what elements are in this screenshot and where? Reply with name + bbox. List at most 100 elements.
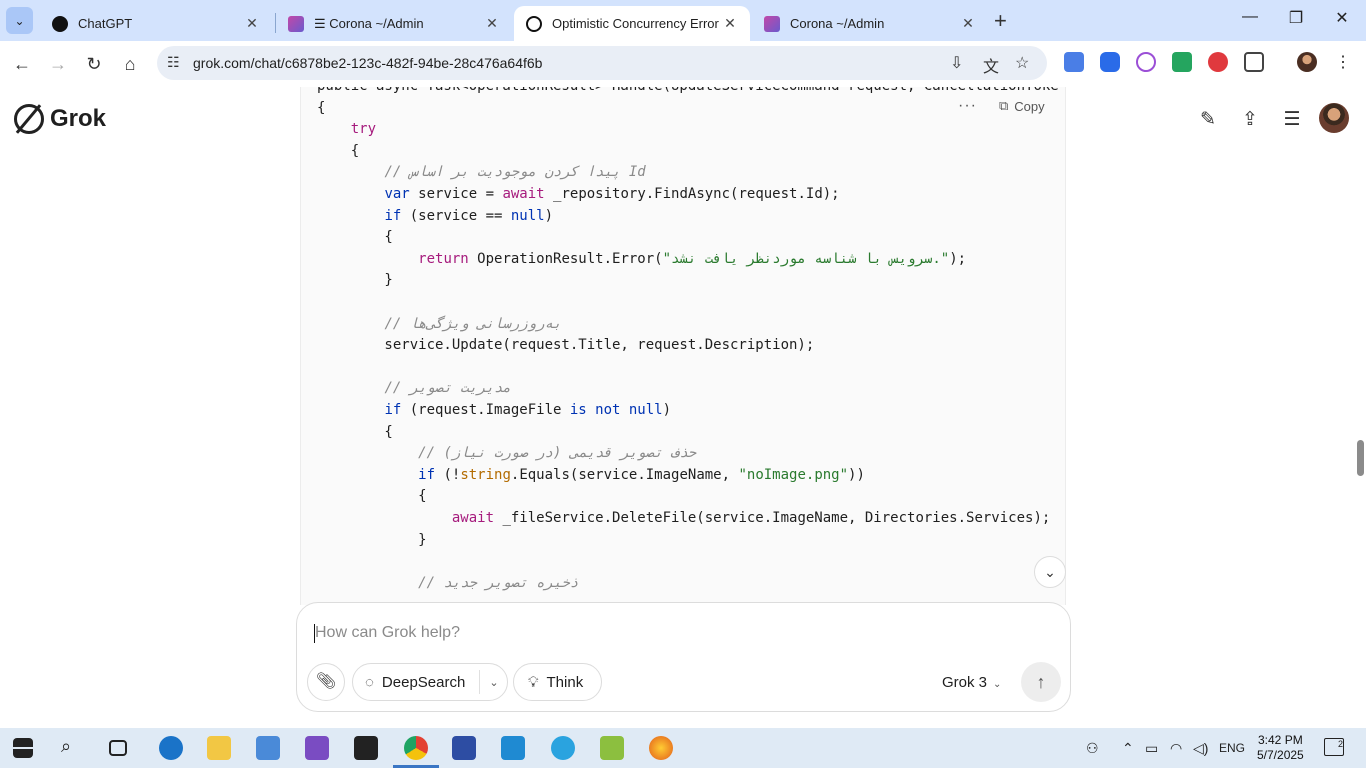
scroll-to-bottom-button[interactable]: ⌄ [1034, 556, 1066, 588]
code-token: (request.ImageFile [401, 402, 570, 418]
code-line: { [317, 229, 392, 245]
browser-tab-strip: ⌄ ChatGPT ✕ ☰ Corona ~/Admin ✕ Optimisti… [0, 0, 1366, 41]
history-search-icon[interactable]: ☰ [1280, 108, 1304, 131]
windows-start-icon[interactable] [13, 738, 33, 758]
extension-icon[interactable] [1136, 52, 1156, 72]
system-clock[interactable]: 3:42 PM 5/7/2025 [1257, 733, 1304, 763]
code-line: } [317, 532, 426, 548]
code-line: var service = await _repository.FindAsyn… [317, 186, 839, 202]
copy-button[interactable]: Copy [1014, 99, 1044, 114]
code-token: OperationResult.Error( [468, 250, 663, 267]
share-icon[interactable]: ⇪ [1238, 108, 1262, 131]
shield-extension-icon[interactable] [1172, 52, 1192, 72]
translate-icon[interactable]: 文 [983, 53, 999, 77]
copy-icon[interactable]: ⧉ [999, 98, 1008, 114]
telegram-icon[interactable] [551, 736, 575, 760]
think-button[interactable]: 💡︎ Think [513, 663, 602, 701]
tab-close-icon[interactable]: ✕ [484, 15, 500, 32]
tab-optimistic-concurrency[interactable]: Optimistic Concurrency Error in ✕ [514, 6, 750, 41]
google-translate-extension-icon[interactable] [1064, 52, 1084, 72]
corona-favicon-icon [764, 15, 780, 32]
battery-icon[interactable]: ▭ [1145, 740, 1158, 757]
back-icon[interactable]: ← [9, 51, 35, 77]
grok-logo[interactable]: Grok [14, 104, 106, 134]
tab-close-icon[interactable]: ✕ [244, 15, 260, 32]
visual-studio-icon[interactable] [305, 736, 329, 760]
address-bar[interactable]: ☷ grok.com/chat/c6878be2-123c-482f-94be-… [157, 46, 1047, 80]
app-chart-icon[interactable] [452, 736, 476, 760]
menu-kebab-icon[interactable]: ⋮ [1333, 52, 1353, 72]
install-app-icon[interactable]: ⇩ [950, 53, 963, 73]
tab-title: Optimistic Concurrency Error in [552, 16, 722, 31]
code-token: null [510, 207, 545, 224]
reload-icon[interactable]: ↻ [81, 51, 107, 77]
more-options-icon[interactable]: ··· [958, 97, 977, 115]
chrome-icon[interactable] [404, 736, 428, 760]
chevron-down-icon[interactable]: ⌄ [489, 676, 498, 689]
app-tool-icon[interactable] [600, 736, 624, 760]
mail-icon[interactable] [354, 736, 378, 760]
input-language[interactable]: ENG [1219, 741, 1245, 755]
extension-icon[interactable] [1208, 52, 1228, 72]
code-token: // حذف تصویر قدیمی (در صورت نیاز) [418, 445, 697, 462]
wifi-icon[interactable]: ◠ [1170, 740, 1182, 757]
attach-button[interactable]: 📎︎ [307, 663, 345, 701]
minimize-icon[interactable]: — [1230, 8, 1270, 26]
grok-logo-icon [14, 104, 44, 134]
send-button[interactable]: ↑ [1021, 662, 1061, 702]
code-token: // مدیریت تصویر [384, 380, 511, 397]
code-token: ) [662, 402, 672, 418]
chevron-up-icon[interactable]: ⌃ [1122, 740, 1134, 757]
people-icon[interactable]: ⚇ [1086, 740, 1099, 757]
home-icon[interactable]: ⌂ [117, 51, 143, 77]
tab-corona-admin-1[interactable]: ☰ Corona ~/Admin ✕ [276, 6, 512, 41]
url-text[interactable]: grok.com/chat/c6878be2-123c-482f-94be-28… [193, 55, 542, 71]
prompt-input[interactable]: How can Grok help? [315, 624, 460, 642]
page-scrollbar[interactable] [1357, 440, 1364, 476]
model-selector[interactable]: Grok 3 ⌄ [942, 674, 1001, 691]
close-window-icon[interactable]: ✕ [1322, 8, 1362, 28]
task-view-icon[interactable] [109, 740, 127, 756]
bookmark-star-icon[interactable]: ☆ [1015, 53, 1029, 73]
code-token: service = [409, 186, 503, 202]
restore-icon[interactable]: ❐ [1276, 8, 1316, 28]
code-token: )) [848, 466, 865, 483]
new-tab-button[interactable]: + [994, 8, 1007, 34]
new-chat-icon[interactable]: ✎ [1196, 108, 1220, 131]
paperclip-icon: 📎︎ [315, 673, 337, 690]
edge-icon[interactable] [159, 736, 183, 760]
code-token: // پیدا کردن موجودیت بر اساس Id [384, 164, 646, 181]
vscode-icon[interactable] [501, 736, 525, 760]
volume-icon[interactable]: ◁) [1193, 740, 1208, 757]
tab-title: Corona ~/Admin [790, 16, 885, 31]
code-line: if (service == null) [317, 208, 553, 224]
tab-search-button[interactable]: ⌄ [6, 7, 33, 34]
tab-close-icon[interactable]: ✕ [960, 15, 976, 32]
tab-corona-admin-2[interactable]: Corona ~/Admin ✕ [752, 6, 988, 41]
code-line: // حذف تصویر قدیمی (در صورت نیاز) [317, 445, 696, 461]
tab-chatgpt[interactable]: ChatGPT ✕ [40, 6, 272, 41]
code-token: await [451, 510, 495, 526]
notification-count: 2 [1337, 739, 1343, 749]
profile-avatar[interactable] [1297, 52, 1317, 72]
code-line: // به‌روزرسانی ویژگی‌ها [317, 316, 561, 332]
extensions-puzzle-icon[interactable] [1244, 52, 1264, 72]
firefox-icon[interactable] [649, 736, 673, 760]
extension-icon[interactable] [1100, 52, 1120, 72]
deepsearch-button[interactable]: ◌ DeepSearch ⌄ [352, 663, 508, 701]
notification-center-icon[interactable]: 2 [1324, 738, 1344, 756]
search-icon[interactable]: ⌕ [61, 736, 85, 760]
code-token: try [350, 121, 377, 138]
file-explorer-icon[interactable] [207, 736, 231, 760]
forward-icon[interactable]: → [45, 51, 71, 77]
site-info-icon[interactable]: ☷ [167, 54, 180, 71]
user-avatar[interactable] [1319, 103, 1349, 133]
store-icon[interactable] [256, 736, 280, 760]
tab-close-icon[interactable]: ✕ [722, 15, 738, 32]
